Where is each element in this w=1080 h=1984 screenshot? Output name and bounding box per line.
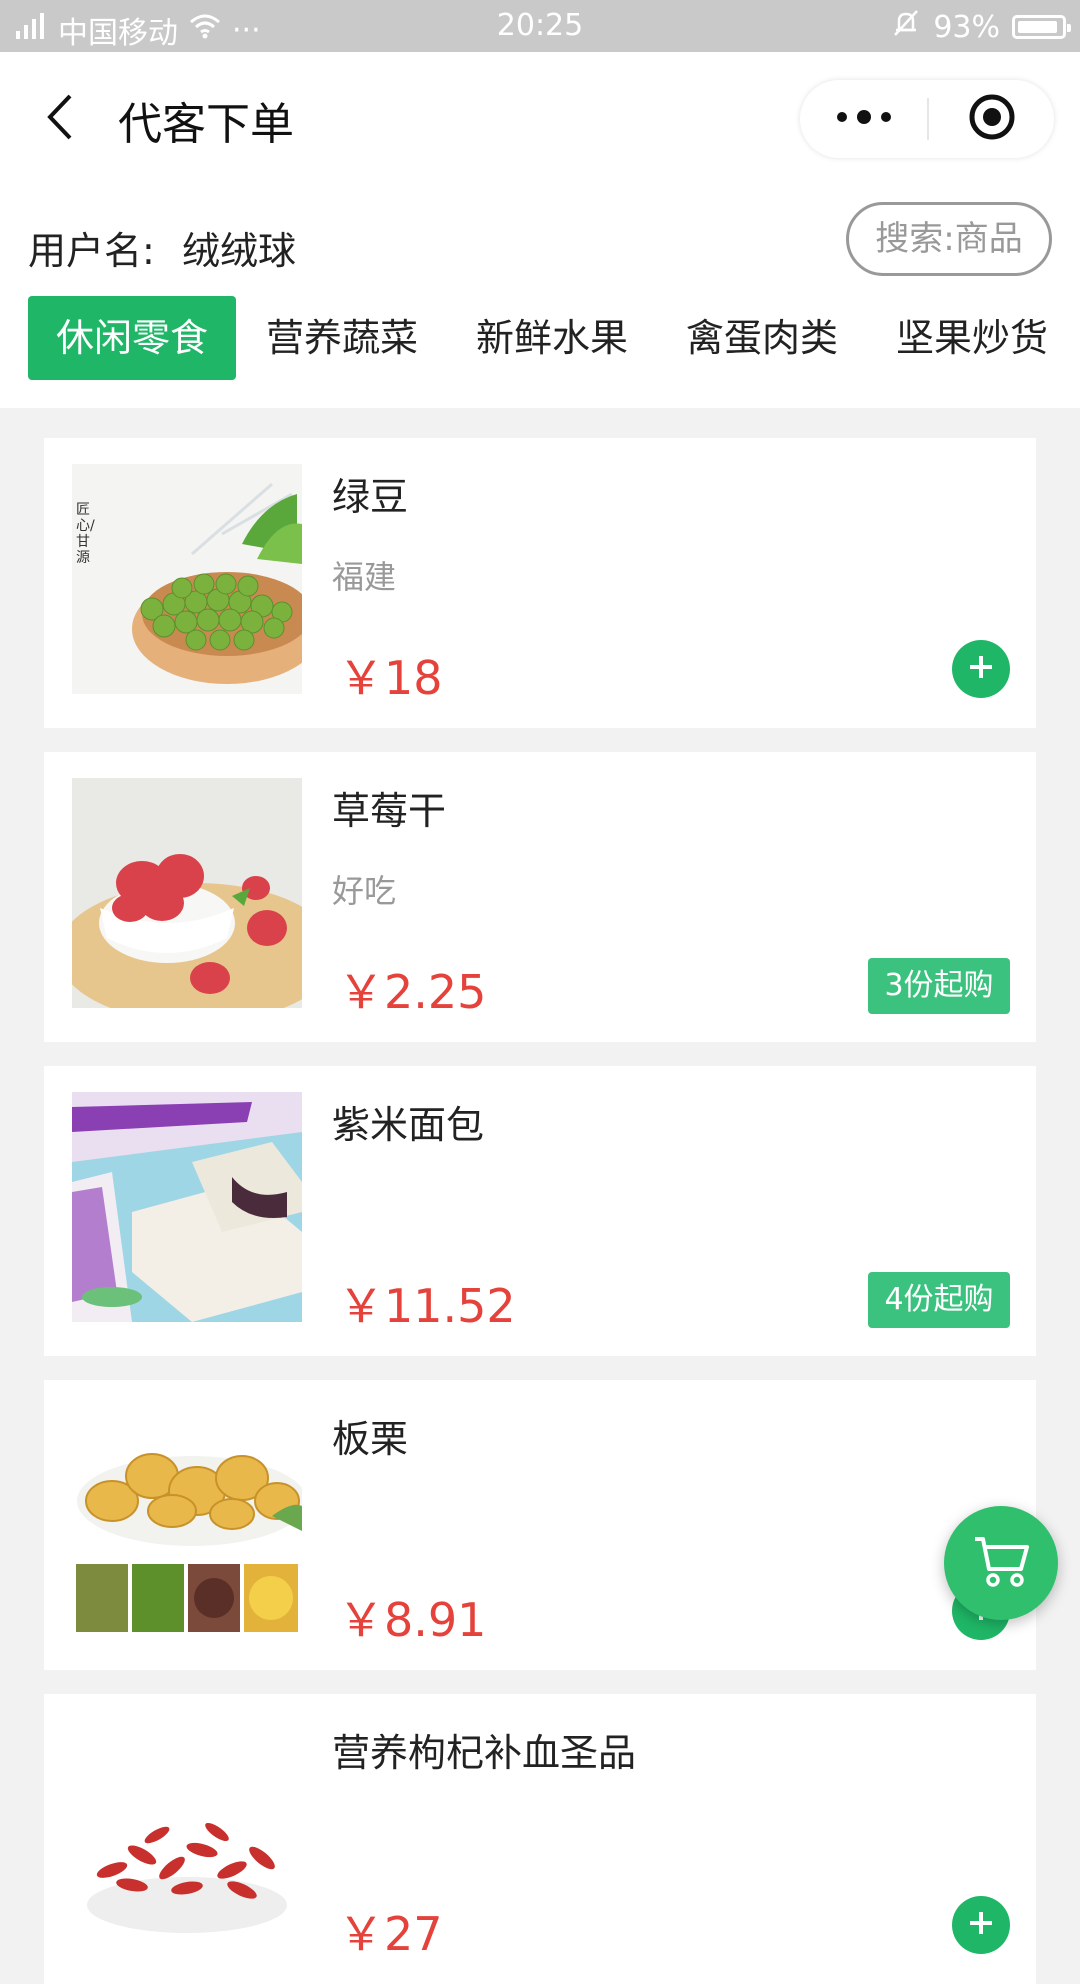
product-card[interactable]: 紫米面包 ￥11.52 4份起购 xyxy=(44,1066,1036,1356)
user-label: 用户名: xyxy=(28,229,155,273)
product-origin: 好吃 xyxy=(332,872,397,910)
tab-nuts[interactable]: 坚果炒货 xyxy=(886,296,1058,380)
page-title: 代客下单 xyxy=(118,99,294,150)
battery-percent: 93% xyxy=(933,9,1000,45)
product-name: 营养枸杞补血圣品 xyxy=(332,1731,637,1775)
product-card[interactable]: 板栗 ￥8.91 xyxy=(44,1380,1036,1670)
min-purchase-badge: 4份起购 xyxy=(868,1272,1010,1328)
add-button[interactable] xyxy=(952,1896,1010,1954)
min-purchase-badge: 3份起购 xyxy=(868,958,1010,1014)
product-image xyxy=(72,778,302,1008)
battery-icon xyxy=(1012,15,1071,39)
bell-mute-icon xyxy=(891,8,921,46)
product-name: 绿豆 xyxy=(332,475,409,519)
product-image-text: 匠心/甘源 xyxy=(76,502,95,566)
more-button[interactable] xyxy=(800,80,927,158)
product-price: ￥27 xyxy=(338,1907,443,1961)
product-price: ￥8.91 xyxy=(338,1593,487,1647)
cart-icon xyxy=(971,1533,1031,1593)
search-button[interactable]: 搜索:商品 xyxy=(846,202,1052,276)
user-row: 用户名: 绒绒球 搜索:商品 xyxy=(0,182,1080,292)
plus-icon xyxy=(967,653,995,685)
product-card[interactable]: 匠心/甘源 绿豆 福建 ￥18 xyxy=(44,438,1036,728)
product-image: 匠心/甘源 xyxy=(72,464,302,694)
product-name: 紫米面包 xyxy=(332,1103,485,1147)
mini-program-capsule xyxy=(800,80,1054,158)
product-image xyxy=(72,1406,302,1636)
nav-bar: 代客下单 xyxy=(0,52,1080,182)
add-button[interactable] xyxy=(952,640,1010,698)
category-tabs: 休闲零食 营养蔬菜 新鲜水果 禽蛋肉类 坚果炒货 xyxy=(0,292,1080,408)
plus-icon xyxy=(967,1909,995,1941)
tab-meat-eggs[interactable]: 禽蛋肉类 xyxy=(676,296,848,380)
tab-vegetables[interactable]: 营养蔬菜 xyxy=(256,296,428,380)
chevron-left-icon xyxy=(40,94,80,146)
back-button[interactable] xyxy=(40,92,80,142)
close-button[interactable] xyxy=(929,80,1054,158)
status-right: 93% xyxy=(891,8,1071,46)
status-bar: 中国移动 ··· 20:25 93% xyxy=(0,0,1080,52)
product-price: ￥11.52 xyxy=(338,1279,516,1333)
product-image xyxy=(72,1720,302,1950)
product-card[interactable]: 营养枸杞补血圣品 ￥27 xyxy=(44,1694,1036,1984)
more-dots-icon xyxy=(836,109,892,129)
tab-snacks[interactable]: 休闲零食 xyxy=(28,296,236,380)
tab-fruits[interactable]: 新鲜水果 xyxy=(466,296,638,380)
cart-button[interactable] xyxy=(944,1506,1058,1620)
product-price: ￥2.25 xyxy=(338,965,487,1019)
product-name: 板栗 xyxy=(332,1417,409,1461)
product-image xyxy=(72,1092,302,1322)
user-name: 绒绒球 xyxy=(182,229,297,273)
product-card[interactable]: 草莓干 好吃 ￥2.25 3份起购 xyxy=(44,752,1036,1042)
product-price: ￥18 xyxy=(338,651,443,705)
product-origin: 福建 xyxy=(332,558,397,596)
target-circle-icon xyxy=(967,92,1017,146)
product-name: 草莓干 xyxy=(332,789,447,833)
